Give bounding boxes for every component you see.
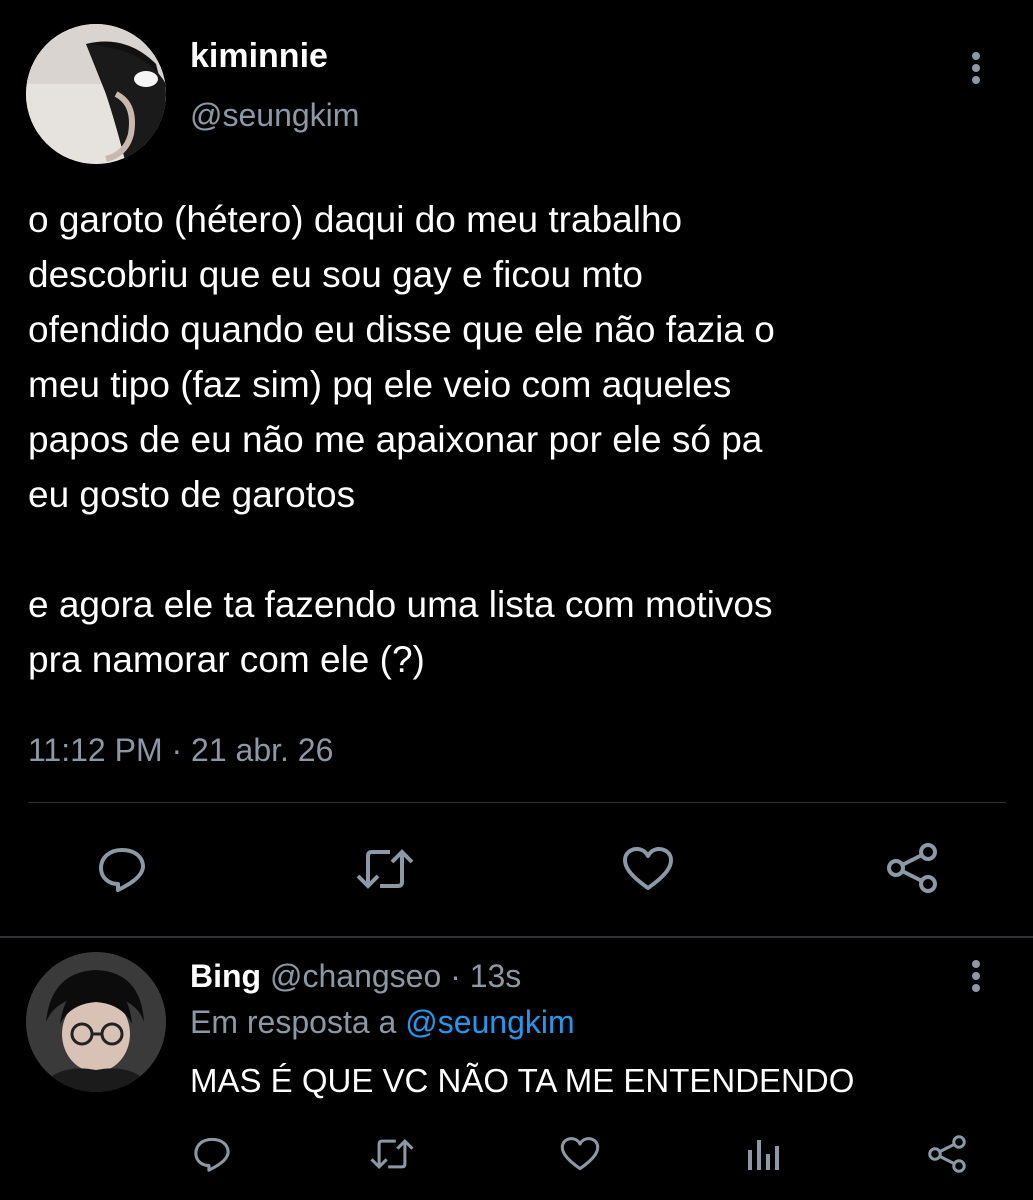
avatar-photo [26,24,166,164]
reply-avatar[interactable] [26,952,166,1092]
reply-handle[interactable]: @changseo [270,958,441,994]
retweet-icon[interactable] [356,846,414,892]
section-divider [0,936,1033,938]
reply-display-name[interactable]: Bing [190,958,261,994]
reply-avatar-photo [26,952,166,1092]
reply-time[interactable]: 13s [470,958,522,994]
avatar[interactable] [26,24,166,164]
tweet-line: descobriu que eu sou gay e ficou mto [28,254,643,295]
reply-separator: · [450,958,461,994]
replying-to-handle[interactable]: @seungkim [405,1004,574,1040]
reply-more-options-icon[interactable] [964,958,988,994]
tweet-line: o garoto (hétero) daqui do meu trabalho [28,199,683,240]
tweet-text: o garoto (hétero) daqui do meu trabalho … [28,192,1018,687]
tweet-line: ofendido quando eu disse que ele não faz… [28,309,775,350]
tweet-line: eu gosto de garotos [28,474,356,515]
tweet-line: papos de eu não me apaixonar por ele só … [28,419,763,460]
retweet-icon[interactable] [370,1136,414,1172]
timestamp[interactable]: 11:12 PM · 21 abr. 26 [28,728,333,772]
tweet-line: e agora ele ta fazendo uma lista com mot… [28,584,773,625]
reply-text: MAS É QUE VC NÃO TA ME ENTENDENDO [190,1062,855,1099]
like-icon[interactable] [622,846,674,892]
replying-to-prefix: Em resposta a [190,1004,397,1040]
share-icon[interactable] [884,842,940,894]
handle[interactable]: @seungkim [190,95,359,135]
replying-to: Em resposta a @seungkim [190,1002,575,1042]
tweet-line: pra namorar com ele (?) [28,639,425,680]
reply-header: Bing @changseo · 13s [190,956,521,996]
analytics-icon[interactable] [746,1136,780,1172]
more-options-icon[interactable] [964,50,988,86]
divider [28,802,1006,803]
reply-icon[interactable] [96,846,148,892]
share-icon[interactable] [926,1134,968,1174]
like-icon[interactable] [560,1136,600,1172]
display-name[interactable]: kiminnie [190,36,328,76]
tweet-line: meu tipo (faz sim) pq ele veio com aquel… [28,364,732,405]
reply-icon[interactable] [192,1136,232,1172]
